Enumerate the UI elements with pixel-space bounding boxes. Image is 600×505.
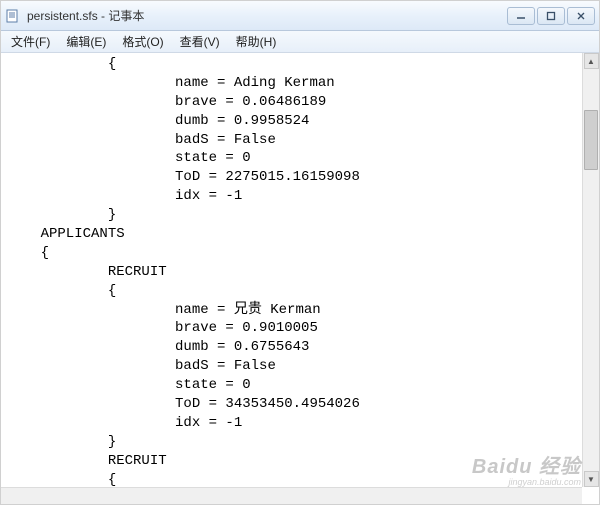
menu-help[interactable]: 帮助(H) [228,31,285,52]
minimize-button[interactable] [507,7,535,25]
titlebar: persistent.sfs - 记事本 [1,1,599,31]
maximize-button[interactable] [537,7,565,25]
notepad-icon [5,8,21,24]
scroll-thumb[interactable] [584,110,598,170]
editor-content[interactable]: { name = Ading Kerman brave = 0.06486189… [1,53,599,504]
menu-format[interactable]: 格式(O) [114,31,171,52]
scroll-down-button[interactable]: ▼ [584,471,599,487]
scroll-track[interactable] [584,70,598,470]
window-controls [507,7,595,25]
horizontal-scrollbar[interactable] [1,487,582,504]
menubar: 文件(F) 编辑(E) 格式(O) 查看(V) 帮助(H) [1,31,599,53]
close-button[interactable] [567,7,595,25]
vertical-scrollbar[interactable]: ▲ ▼ [582,53,599,487]
window-title: persistent.sfs - 记事本 [27,7,507,24]
scroll-up-button[interactable]: ▲ [584,53,599,69]
menu-view[interactable]: 查看(V) [172,31,228,52]
text-editor[interactable]: { name = Ading Kerman brave = 0.06486189… [1,53,599,504]
menu-edit[interactable]: 编辑(E) [58,31,114,52]
menu-file[interactable]: 文件(F) [3,31,58,52]
